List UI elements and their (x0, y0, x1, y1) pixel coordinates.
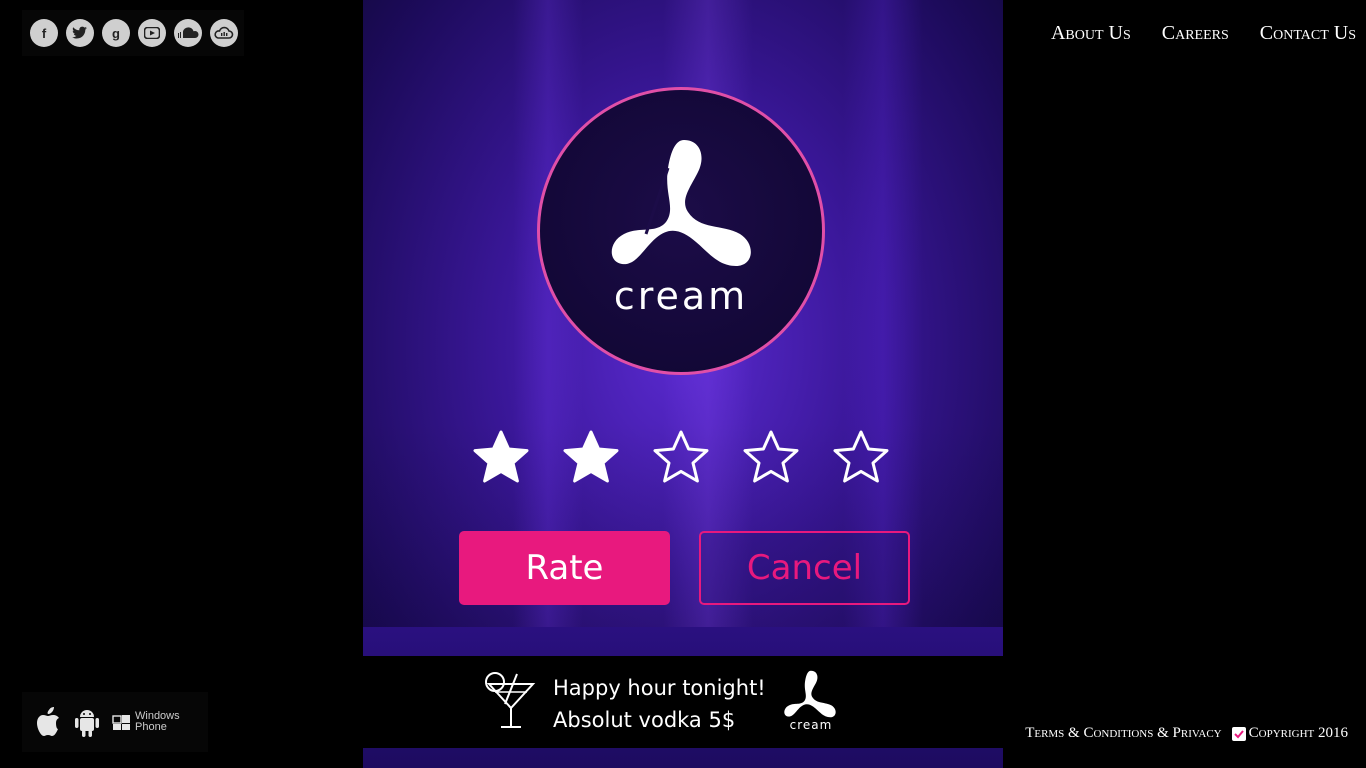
promo-banner: Happy hour tonight! Absolut vodka 5$ cre… (363, 656, 1003, 748)
copyright-badge-icon (1231, 726, 1246, 741)
copyright-text: Copyright 2016 (1248, 725, 1348, 741)
youtube-icon[interactable] (138, 19, 166, 47)
cream-mark-icon (611, 140, 751, 266)
footer: Terms & Conditions & Privacy Copyright 2… (1025, 725, 1348, 742)
logo-text: cream (613, 274, 749, 318)
banner-logo-text: cream (789, 718, 833, 732)
terms-link[interactable]: Terms & Conditions & Privacy (1025, 725, 1221, 742)
cream-logo: cream (537, 87, 825, 375)
promo-line-2: Absolut vodka 5$ (553, 708, 736, 732)
windows-line-2: Phone (135, 721, 167, 733)
star-empty-icon[interactable] (741, 428, 801, 488)
app-stores: Windows Phone (22, 692, 208, 752)
star-filled-icon[interactable] (561, 428, 621, 488)
social-links: f g (22, 10, 244, 56)
cream-mark-icon (784, 670, 836, 718)
nav-careers[interactable]: Careers (1162, 22, 1229, 45)
cloud-audio-icon[interactable] (210, 19, 238, 47)
windows-phone-badge[interactable]: Windows Phone (112, 711, 180, 733)
star-filled-icon[interactable] (471, 428, 531, 488)
top-nav: About Us Careers Contact Us (1051, 22, 1356, 45)
cancel-button[interactable]: Cancel (699, 531, 910, 605)
promo-text: Happy hour tonight! Absolut vodka 5$ (553, 672, 766, 736)
google-icon[interactable]: g (102, 19, 130, 47)
soundcloud-icon[interactable] (174, 19, 202, 47)
cocktail-icon (485, 672, 536, 728)
windows-phone-label: Windows Phone (135, 711, 180, 733)
apple-icon[interactable] (32, 705, 62, 739)
facebook-icon[interactable]: f (30, 19, 58, 47)
promo-line-1: Happy hour tonight! (553, 676, 766, 700)
star-empty-icon[interactable] (831, 428, 891, 488)
nav-contact-us[interactable]: Contact Us (1260, 22, 1356, 45)
nav-about-us[interactable]: About Us (1051, 22, 1131, 45)
twitter-icon[interactable] (66, 19, 94, 47)
rate-button[interactable]: Rate (459, 531, 670, 605)
banner-cream-logo: cream (781, 670, 841, 734)
copyright: Copyright 2016 (1231, 725, 1348, 742)
rating-panel: cream Rate Cancel (363, 0, 1003, 768)
windows-icon (112, 715, 130, 730)
star-rating (471, 428, 891, 488)
star-empty-icon[interactable] (651, 428, 711, 488)
android-icon[interactable] (72, 705, 102, 739)
